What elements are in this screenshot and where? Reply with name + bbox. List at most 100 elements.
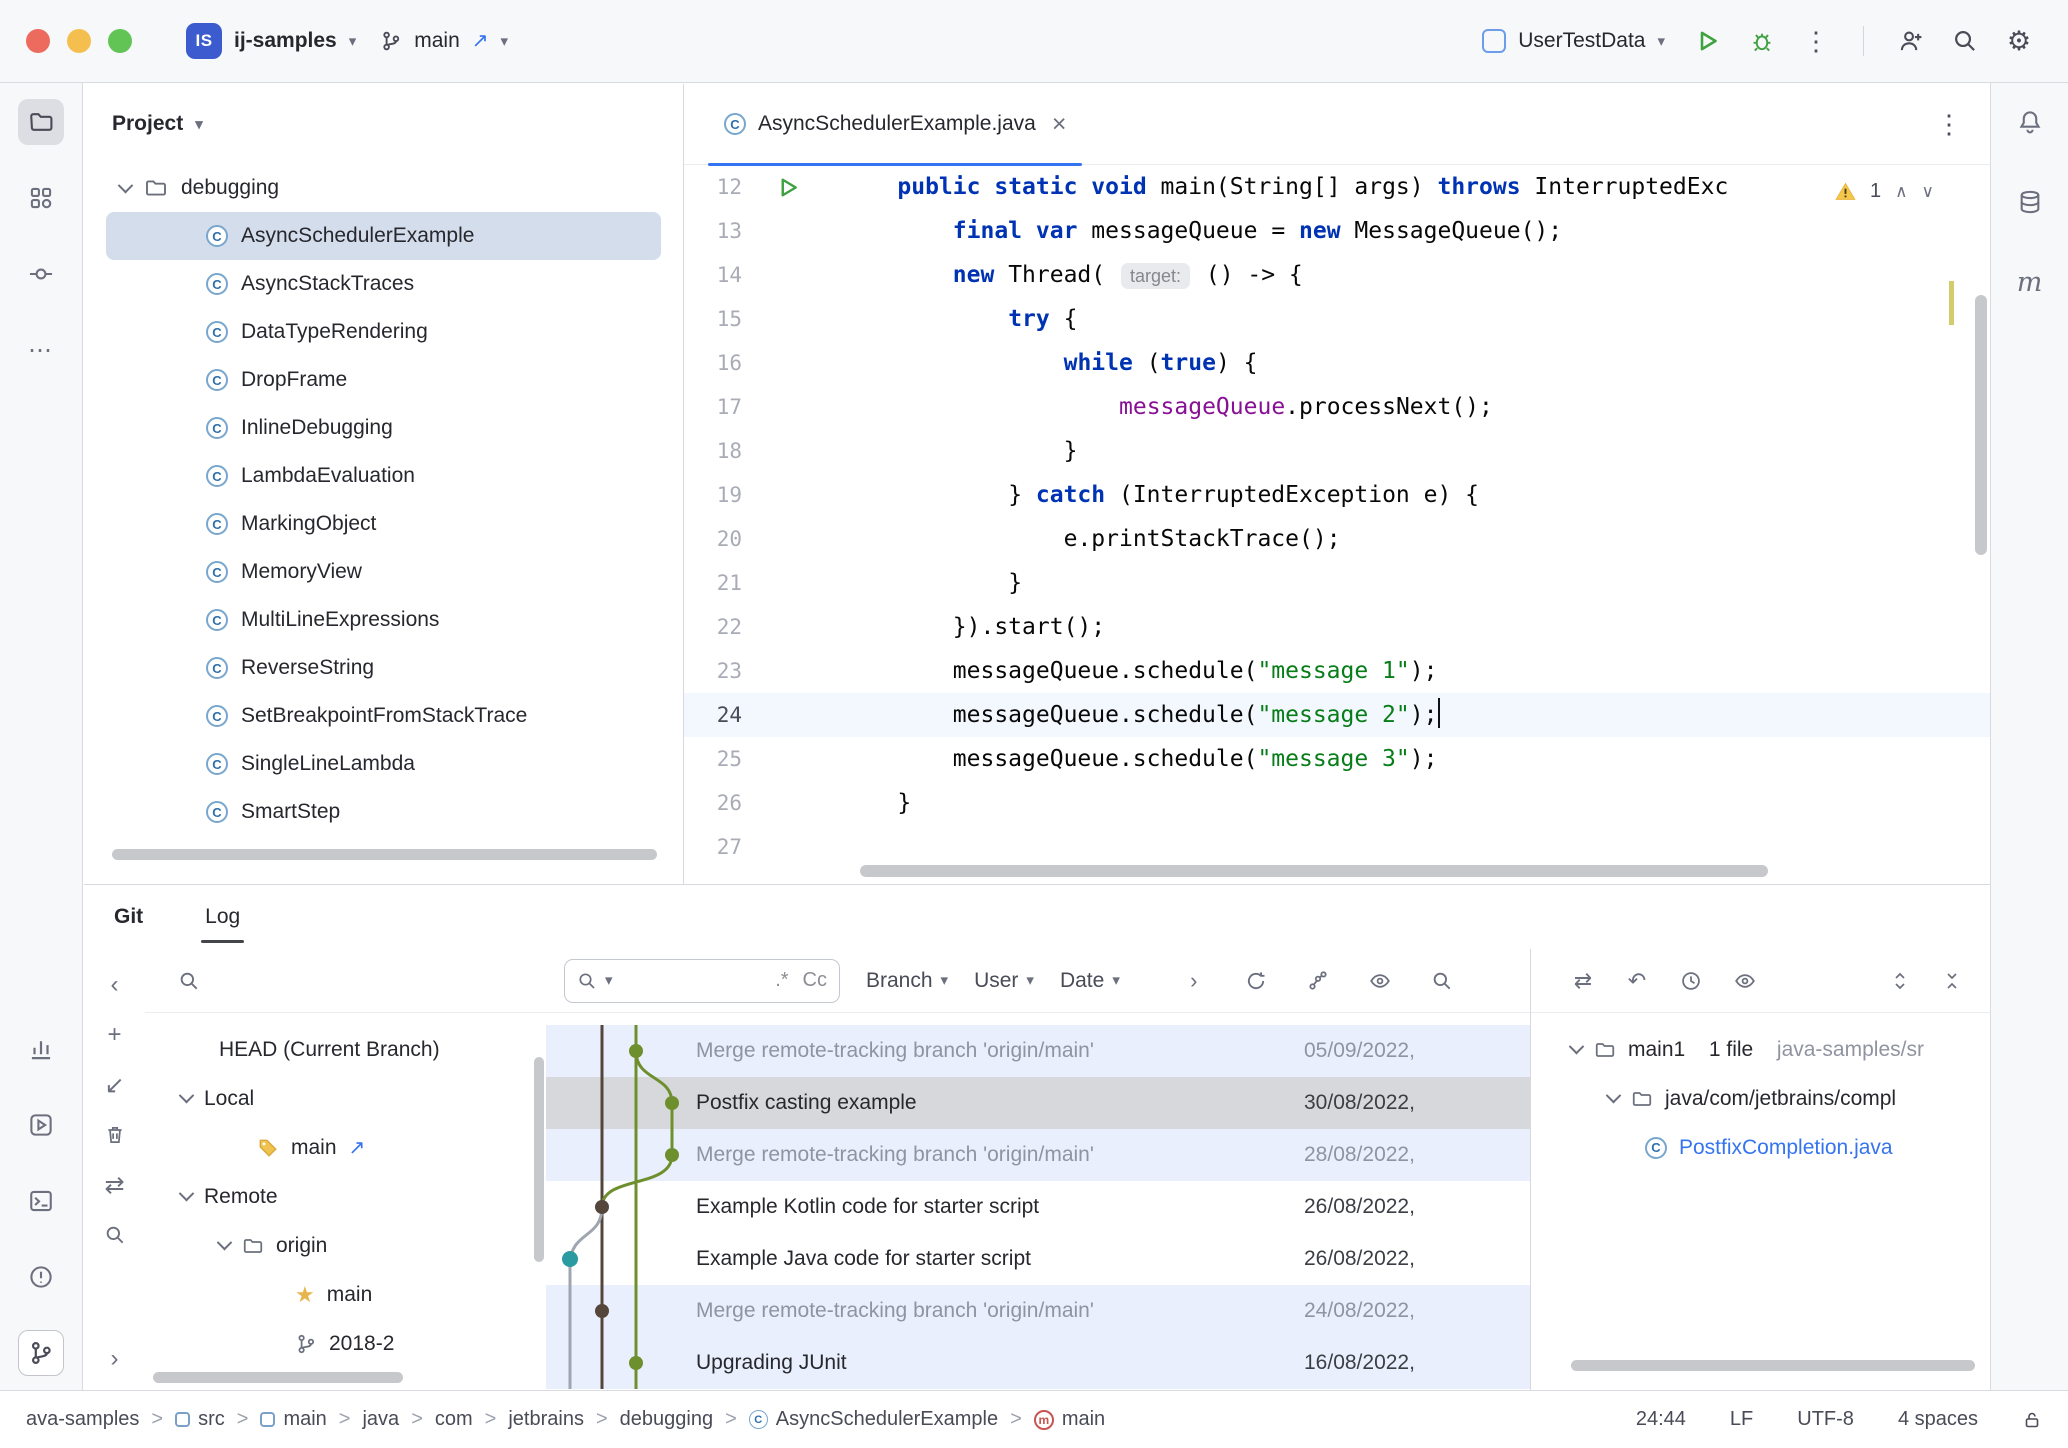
editor-line[interactable]: 17messageQueue.processNext(); [684,385,1990,429]
git-panel-title[interactable]: Git [114,905,143,929]
close-tab-icon[interactable]: × [1052,110,1067,139]
project-tree-item[interactable]: CAsyncSchedulerExample [106,212,661,260]
details-hscrollbar[interactable] [1571,1360,1975,1371]
editor-vscrollbar[interactable] [1975,295,1987,555]
breadcrumb-item[interactable]: CAsyncSchedulerExample [749,1408,998,1431]
line-number[interactable]: 18 [684,429,742,473]
match-case-toggle[interactable]: Cc [803,969,827,992]
services-tool-icon[interactable] [18,1102,64,1148]
prev-problem-icon[interactable]: ∧ [1895,182,1907,202]
branch-item[interactable]: Local [145,1074,546,1123]
line-number[interactable]: 25 [684,737,742,781]
graph-options-icon[interactable] [1300,963,1336,999]
structure-tool-icon[interactable] [18,175,64,221]
chevron-expanded-icon[interactable] [179,1186,195,1202]
indent-style[interactable]: 4 spaces [1898,1408,1978,1431]
project-tree-item[interactable]: CMultiLineExpressions [106,596,661,644]
line-number[interactable]: 20 [684,517,742,561]
close-window-button[interactable] [26,29,50,53]
go-to-hash-icon[interactable] [1424,963,1460,999]
maven-tool-icon[interactable]: m [2007,259,2053,305]
search-everywhere-icon[interactable] [1942,18,1988,64]
date-filter[interactable]: Date ▾ [1060,969,1120,993]
regex-toggle[interactable]: .* [775,969,788,992]
editor-hscrollbar[interactable] [860,865,1768,877]
editor-line[interactable]: 22}).start(); [684,605,1990,649]
editor-line[interactable]: 23messageQueue.schedule("message 1"); [684,649,1990,693]
settings-gear-icon[interactable]: ⚙ [1996,18,2042,64]
profiler-tool-icon[interactable] [18,1026,64,1072]
editor-line[interactable]: 12public static void main(String[] args)… [684,165,1990,209]
project-tree-item[interactable]: CDataTypeRendering [106,308,661,356]
line-number[interactable]: 14 [684,253,742,297]
run-config-widget[interactable]: UserTestData ▾ [1482,29,1665,53]
chevron-expanded-icon[interactable] [1606,1088,1622,1104]
chevron-expanded-icon[interactable] [1569,1039,1585,1055]
project-tree-item[interactable]: CSetBreakpointFromStackTrace [106,692,661,740]
changes-tree-row[interactable]: java/com/jetbrains/compl [1531,1074,1990,1123]
editor-line[interactable]: 16while (true) { [684,341,1990,385]
editor-tab[interactable]: C AsyncSchedulerExample.java × [708,84,1082,165]
breadcrumb-item[interactable]: java [362,1408,399,1431]
project-widget[interactable]: IS ij-samples ▾ [174,13,368,69]
project-tree-item[interactable]: CMemoryView [106,548,661,596]
line-number[interactable]: 27 [684,825,742,869]
line-number[interactable]: 12 [684,165,742,209]
line-number[interactable]: 24 [684,693,742,737]
chevron-expanded-icon[interactable] [118,177,134,193]
expand-all-icon[interactable] [1882,963,1918,999]
caret-position[interactable]: 24:44 [1636,1408,1686,1431]
more-tools-icon[interactable]: ⋯ [18,327,64,373]
editor-line[interactable]: 25messageQueue.schedule("message 3"); [684,737,1990,781]
breadcrumb-item[interactable]: debugging [620,1408,713,1431]
preview-eye-icon[interactable] [1727,963,1763,999]
line-number[interactable]: 23 [684,649,742,693]
breadcrumb-item[interactable]: com [435,1408,473,1431]
changes-tree-row[interactable]: CPostfixCompletion.java [1531,1123,1990,1172]
refresh-icon[interactable] [1238,963,1274,999]
more-filters-chevron-icon[interactable]: › [1176,963,1212,999]
editor-line[interactable]: 24messageQueue.schedule("message 2"); [684,693,1990,737]
add-icon[interactable]: + [97,1017,133,1053]
project-tree-item[interactable]: CReverseString [106,644,661,692]
line-number[interactable]: 13 [684,209,742,253]
editor-line[interactable]: 15try { [684,297,1990,341]
project-tree-item[interactable]: CSingleLineLambda [106,740,661,788]
line-number[interactable]: 16 [684,341,742,385]
editor-line[interactable]: 19} catch (InterruptedException e) { [684,473,1990,517]
project-tree-item[interactable]: CLambdaEvaluation [106,452,661,500]
editor-line[interactable]: 27 [684,825,1990,869]
project-tool-icon[interactable] [18,99,64,145]
minimize-window-button[interactable] [67,29,91,53]
editor-line[interactable]: 18} [684,429,1990,473]
problems-tool-icon[interactable] [18,1254,64,1300]
line-number[interactable]: 26 [684,781,742,825]
project-tree-item[interactable]: CDropFrame [106,356,661,404]
lock-icon[interactable] [2022,1410,2042,1430]
breadcrumb-item[interactable]: jetbrains [508,1408,584,1431]
editor-line[interactable]: 21} [684,561,1990,605]
rollback-icon[interactable]: ↶ [1619,963,1655,999]
git-tool-icon[interactable] [18,1330,64,1376]
project-tree-item[interactable]: CSmartStep [106,788,661,836]
run-line-icon[interactable] [742,165,834,209]
chevron-expanded-icon[interactable] [179,1088,195,1104]
expand-right-icon[interactable]: › [97,1341,133,1377]
log-search-input[interactable] [621,969,768,992]
line-separator[interactable]: LF [1730,1408,1753,1431]
line-number[interactable]: 15 [684,297,742,341]
code-with-me-icon[interactable] [1888,18,1934,64]
branch-filter[interactable]: Branch ▾ [866,969,948,993]
compare-icon[interactable]: ⇄ [97,1167,133,1203]
notifications-bell-icon[interactable] [2007,99,2053,145]
breadcrumb-item[interactable]: main [260,1408,326,1431]
project-tree-item[interactable]: CAsyncStackTraces [106,260,661,308]
collapse-all-icon[interactable] [1934,963,1970,999]
line-number[interactable]: 21 [684,561,742,605]
branch-item[interactable]: origin [145,1221,546,1270]
database-tool-icon[interactable] [2007,179,2053,225]
line-number[interactable]: 17 [684,385,742,429]
editor-body[interactable]: 12public static void main(String[] args)… [684,165,1990,883]
terminal-tool-icon[interactable] [18,1178,64,1224]
fullscreen-window-button[interactable] [108,29,132,53]
